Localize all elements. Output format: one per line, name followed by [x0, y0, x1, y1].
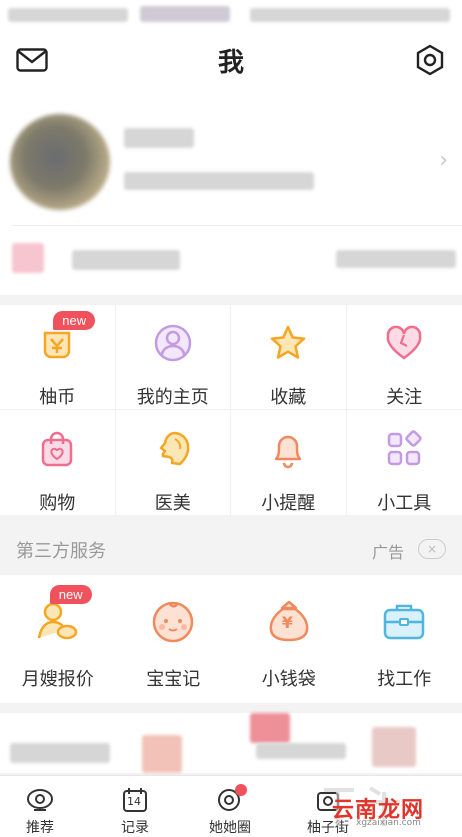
circle-icon [215, 784, 247, 814]
profile-card[interactable]: › [0, 90, 462, 295]
menu-item-label: 小提醒 [261, 493, 316, 514]
menu-item-label: 小工具 [377, 493, 432, 514]
service-label: 宝宝记 [146, 669, 201, 690]
person-icon [151, 323, 195, 363]
user-name [124, 128, 194, 148]
tab-recommend[interactable]: 推荐 [0, 776, 90, 837]
service-find-job[interactable]: 找工作 [347, 575, 462, 703]
coin-bag-icon: new [35, 311, 96, 363]
service-label: 月嫂报价 [21, 669, 94, 690]
pregnancy-status-text[interactable] [72, 250, 180, 270]
bell-icon [266, 428, 310, 469]
shopping-bag-icon [35, 428, 79, 469]
menu-item-label: 我的主页 [136, 387, 209, 408]
face-icon [151, 428, 195, 469]
third-party-services: new 月嫂报价 宝宝记 ¥ 小钱袋 找工作 [0, 575, 462, 703]
pregnancy-status-icon [12, 243, 44, 273]
star-icon [266, 323, 310, 363]
tab-label: 推荐 [26, 820, 54, 836]
menu-item-following[interactable]: 关注 [346, 305, 462, 410]
menu-item-beauty[interactable]: 医美 [116, 410, 231, 515]
menu-item-homepage[interactable]: 我的主页 [115, 305, 231, 410]
watermark: 云南龙网 xgzaixian.com [318, 782, 458, 834]
tab-label: 她她圈 [209, 820, 251, 836]
feed-preview[interactable] [0, 713, 462, 773]
section-title: 第三方服务 [16, 541, 106, 562]
top-header: 我 [0, 30, 462, 90]
new-badge: new [49, 585, 92, 604]
mail-icon[interactable] [14, 42, 50, 78]
yuan-sign: ¥ [281, 613, 293, 632]
page-title: 我 [217, 47, 244, 78]
menu-grid: new 柚币 我的主页 收藏 关注 购物 医美 小提醒 小工具 [0, 305, 462, 515]
calendar-icon: 14 [120, 786, 150, 814]
menu-item-label: 柚币 [39, 387, 76, 408]
divider [12, 225, 462, 226]
pregnancy-status-detail [336, 250, 456, 268]
watermark-subtext: xgzaixian.com [356, 818, 421, 828]
tools-icon [382, 428, 426, 469]
menu-item-label: 收藏 [270, 387, 307, 408]
service-wallet[interactable]: ¥ 小钱袋 [231, 575, 347, 703]
menu-item-tools[interactable]: 小工具 [347, 410, 462, 515]
baby-icon [149, 597, 197, 645]
service-baby-diary[interactable]: 宝宝记 [116, 575, 232, 703]
nanny-icon: new [34, 585, 92, 645]
bowl-icon [25, 786, 55, 814]
tab-label: 记录 [121, 820, 149, 836]
money-bag-icon: ¥ [265, 597, 313, 645]
briefcase-icon [380, 597, 428, 645]
status-bar [0, 0, 462, 30]
menu-item-reminder[interactable]: 小提醒 [231, 410, 347, 515]
avatar[interactable] [10, 114, 110, 210]
third-party-header: 第三方服务 广告 × [0, 523, 462, 575]
service-nanny-quote[interactable]: new 月嫂报价 [0, 575, 116, 703]
heart-icon [382, 323, 426, 363]
chevron-right-icon: › [439, 148, 448, 173]
ad-label: 广告 [372, 543, 405, 562]
service-label: 找工作 [377, 669, 432, 690]
service-label: 小钱袋 [261, 669, 316, 690]
tab-community[interactable]: 她她圈 [180, 776, 280, 837]
new-badge: new [53, 311, 96, 330]
settings-icon[interactable] [412, 42, 448, 78]
menu-item-label: 医美 [154, 493, 191, 514]
menu-item-label: 购物 [39, 493, 76, 514]
menu-item-coins[interactable]: new 柚币 [0, 305, 116, 410]
tab-records[interactable]: 14 记录 [85, 776, 185, 837]
menu-item-favorites[interactable]: 收藏 [231, 305, 347, 410]
calendar-day: 14 [127, 795, 141, 808]
close-icon[interactable]: × [418, 539, 446, 559]
user-info [124, 172, 314, 190]
notification-dot [235, 784, 247, 796]
menu-item-label: 关注 [386, 387, 423, 408]
menu-item-shopping[interactable]: 购物 [0, 410, 116, 515]
